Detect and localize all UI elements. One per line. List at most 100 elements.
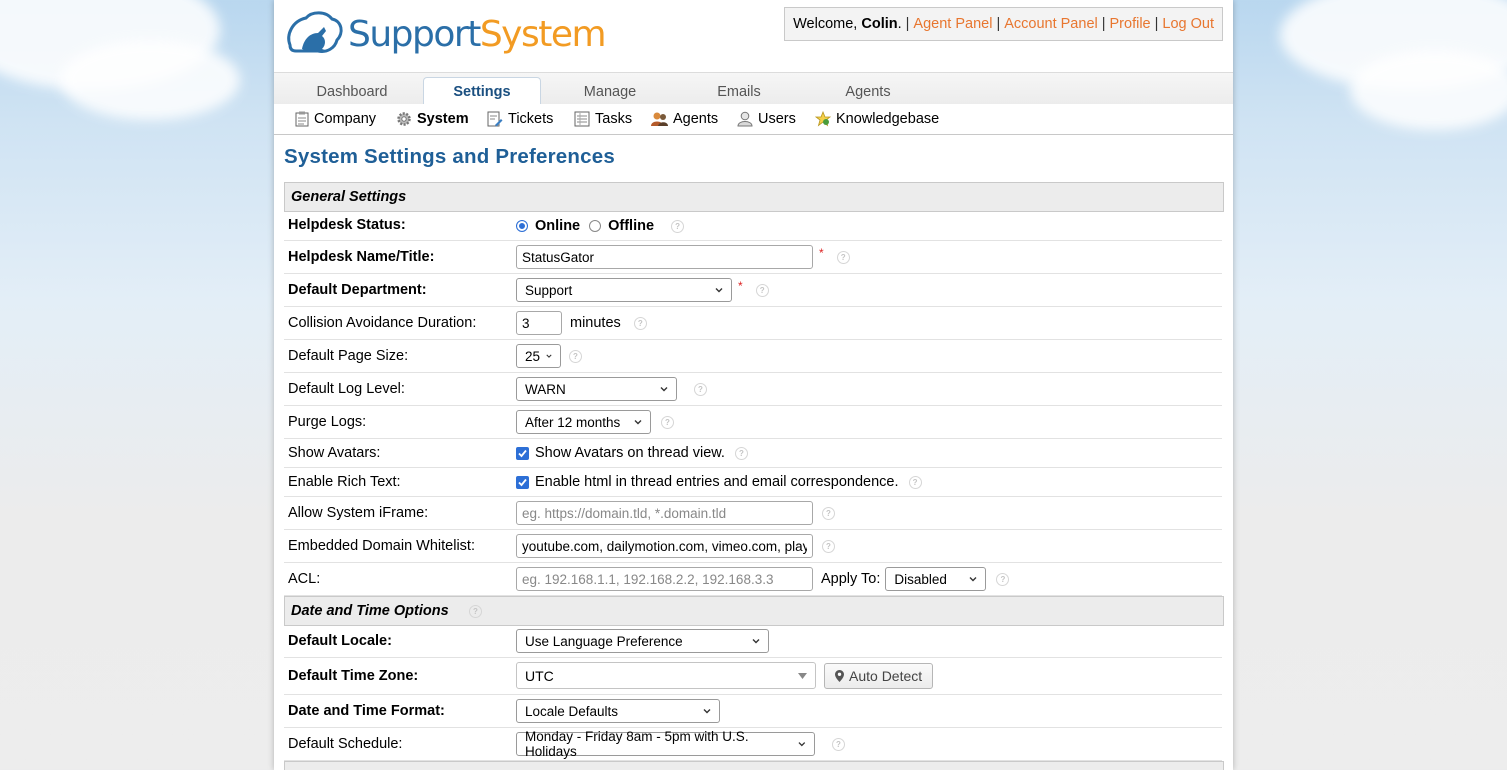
- locale-row: Default Locale: Use Language Preference: [284, 625, 1222, 658]
- online-radio[interactable]: [516, 220, 528, 232]
- collision-unit: minutes: [570, 315, 621, 331]
- page-size-row: Default Page Size: 25 ?: [284, 340, 1222, 373]
- acl-label: ACL:: [288, 571, 321, 587]
- chevron-down-icon: [703, 709, 711, 714]
- help-icon[interactable]: ?: [755, 283, 769, 297]
- subnav-company[interactable]: Company: [295, 104, 376, 134]
- clipboard-icon: [295, 111, 309, 127]
- help-icon[interactable]: ?: [569, 349, 582, 363]
- log-level-label: Default Log Level:: [288, 381, 405, 397]
- rich-text-row: Enable Rich Text: Enable html in thread …: [284, 468, 1222, 497]
- purge-logs-select[interactable]: After 12 months: [516, 410, 651, 434]
- helpdesk-name-row: Helpdesk Name/Title: * ?: [284, 241, 1222, 274]
- account-panel-link[interactable]: Account Panel: [1004, 16, 1098, 32]
- subnav-tasks[interactable]: Tasks: [574, 104, 632, 134]
- iframe-label: Allow System iFrame:: [288, 505, 429, 521]
- help-icon[interactable]: ?: [469, 605, 482, 618]
- timezone-label: Default Time Zone:: [288, 668, 419, 684]
- chevron-down-icon: [546, 354, 552, 358]
- purge-logs-label: Purge Logs:: [288, 414, 367, 430]
- schedule-row: Default Schedule: Monday - Friday 8am - …: [284, 728, 1222, 761]
- gear-icon: [397, 112, 411, 126]
- locale-label: Default Locale:: [288, 633, 392, 649]
- rich-text-checkbox[interactable]: [516, 475, 529, 489]
- required-marker: *: [819, 246, 824, 260]
- main-nav: Dashboard Settings Manage Emails Agents: [274, 72, 1233, 111]
- acl-input[interactable]: [516, 567, 813, 591]
- offline-radio[interactable]: [589, 220, 602, 232]
- date-time-header: Date and Time Options ?: [284, 596, 1224, 626]
- tab-agents[interactable]: Agents: [810, 73, 926, 105]
- show-avatars-row: Show Avatars: Show Avatars on thread vie…: [284, 439, 1222, 468]
- helpdesk-name-label: Helpdesk Name/Title:: [288, 249, 435, 265]
- auto-detect-button[interactable]: Auto Detect: [824, 662, 934, 689]
- log-level-select[interactable]: WARN: [516, 377, 677, 401]
- whitelist-label: Embedded Domain Whitelist:: [288, 538, 475, 554]
- acl-row: ACL: Apply To: Disabled ?: [284, 563, 1222, 596]
- iframe-input[interactable]: [516, 501, 813, 525]
- rich-text-text: Enable html in thread entries and email …: [535, 474, 899, 490]
- apply-to-select[interactable]: Disabled: [885, 567, 987, 591]
- timezone-select[interactable]: UTC: [516, 662, 816, 689]
- help-icon[interactable]: ?: [836, 250, 850, 264]
- logo[interactable]: SupportSystem: [282, 8, 607, 60]
- page-container: SupportSystem Welcome, Colin. | Agent Pan…: [274, 0, 1233, 770]
- chevron-down-icon: [634, 420, 642, 425]
- required-marker: *: [738, 279, 743, 293]
- subnav-users[interactable]: Users: [737, 104, 796, 134]
- page-size-select[interactable]: 25: [516, 344, 561, 368]
- subnav-system[interactable]: System: [396, 104, 469, 134]
- profile-link[interactable]: Profile: [1110, 16, 1151, 32]
- chevron-down-icon: [752, 639, 760, 644]
- datetime-format-label: Date and Time Format:: [288, 703, 445, 719]
- iframe-row: Allow System iFrame: ?: [284, 497, 1222, 530]
- default-department-label: Default Department:: [288, 282, 427, 298]
- help-icon[interactable]: ?: [671, 219, 685, 233]
- chevron-down-icon: [660, 387, 668, 392]
- help-icon[interactable]: ?: [734, 446, 748, 460]
- tab-dashboard[interactable]: Dashboard: [294, 73, 410, 105]
- caret-down-icon: [798, 672, 807, 679]
- online-label: Online: [535, 218, 581, 234]
- show-avatars-checkbox[interactable]: [516, 446, 529, 460]
- page-size-label: Default Page Size:: [288, 348, 409, 364]
- map-marker-icon: [835, 669, 844, 682]
- settings-subnav: Company System Tickets Tasks Agents User…: [274, 104, 1233, 135]
- help-icon[interactable]: ?: [633, 316, 647, 330]
- chevron-down-icon: [798, 742, 806, 747]
- help-icon[interactable]: ?: [996, 572, 1010, 586]
- show-avatars-label: Show Avatars:: [288, 445, 381, 461]
- whitelist-row: Embedded Domain Whitelist: ?: [284, 530, 1222, 563]
- agents-icon: [651, 112, 668, 126]
- whitelist-input[interactable]: [516, 534, 813, 558]
- subnav-tickets[interactable]: Tickets: [487, 104, 553, 134]
- brand-name: SupportSystem: [348, 13, 607, 55]
- datetime-format-row: Date and Time Format: Locale Defaults: [284, 695, 1222, 728]
- tab-emails[interactable]: Emails: [681, 73, 797, 105]
- chevron-down-icon: [715, 288, 723, 293]
- page-title: System Settings and Preferences: [284, 145, 615, 168]
- datetime-format-select[interactable]: Locale Defaults: [516, 699, 720, 723]
- help-icon[interactable]: ?: [908, 475, 922, 489]
- log-out-link[interactable]: Log Out: [1162, 16, 1214, 32]
- helpdesk-status-row: Helpdesk Status: Online Offline ?: [284, 211, 1222, 241]
- purge-logs-row: Purge Logs: After 12 months ?: [284, 406, 1222, 439]
- help-icon[interactable]: ?: [694, 382, 707, 396]
- help-icon[interactable]: ?: [832, 737, 845, 751]
- help-icon[interactable]: ?: [661, 415, 674, 429]
- show-avatars-text: Show Avatars on thread view.: [535, 445, 725, 461]
- agent-panel-link[interactable]: Agent Panel: [913, 16, 992, 32]
- apply-to-label: Apply To:: [821, 571, 881, 587]
- schedule-select[interactable]: Monday - Friday 8am - 5pm with U.S. Holi…: [516, 729, 815, 759]
- kangaroo-logo-icon: [287, 11, 343, 53]
- help-icon[interactable]: ?: [822, 506, 835, 520]
- collision-duration-input[interactable]: [516, 311, 562, 335]
- subnav-knowledgebase[interactable]: Knowledgebase: [815, 104, 939, 134]
- help-icon[interactable]: ?: [822, 539, 835, 553]
- subnav-agents[interactable]: Agents: [651, 104, 718, 134]
- tab-manage[interactable]: Manage: [552, 73, 668, 105]
- user-name: Colin: [861, 16, 898, 32]
- default-department-select[interactable]: Support: [516, 278, 732, 302]
- locale-select[interactable]: Use Language Preference: [516, 629, 769, 653]
- helpdesk-name-input[interactable]: [516, 245, 813, 269]
